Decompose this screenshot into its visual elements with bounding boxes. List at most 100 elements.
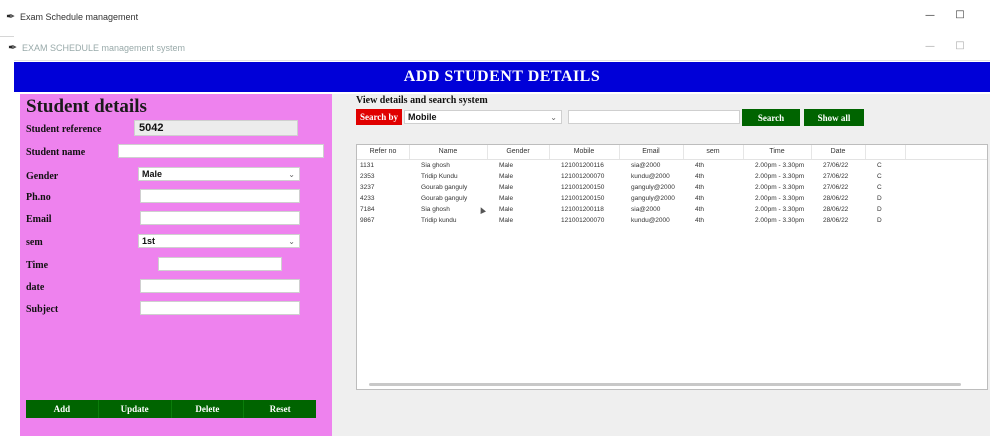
- inner-minimize-icon[interactable]: —: [922, 41, 938, 52]
- table-cell: 121001200150: [561, 184, 605, 191]
- column-header[interactable]: sem: [683, 145, 744, 159]
- inner-maximize-icon[interactable]: □: [952, 40, 968, 51]
- sem-select[interactable]: 1st ⌄: [138, 234, 300, 248]
- scrollbar-thumb[interactable]: [369, 383, 961, 386]
- table-cell: 4th: [695, 217, 705, 224]
- date-field[interactable]: [140, 279, 300, 293]
- table-cell: 27/06/22: [823, 173, 849, 180]
- table-cell: 1131: [360, 162, 374, 169]
- student-table[interactable]: Refer no Name Gender Mobile Email sem Time Date…: [356, 144, 988, 390]
- form-button-bar: Add Update Delete Reset: [26, 400, 316, 418]
- table-row[interactable]: 2353 Tridip Kundu Male 121001200070 kundu@20…: [357, 172, 987, 182]
- table-cell: D: [877, 206, 882, 213]
- gender-select[interactable]: Male ⌄: [138, 167, 300, 181]
- search-input[interactable]: [568, 110, 740, 124]
- column-header[interactable]: Mobile: [549, 145, 620, 159]
- table-row[interactable]: 7184 Sia ghosh Male 121001200118 sia@2000 4th…: [357, 205, 987, 215]
- table-cell: 4th: [695, 173, 705, 180]
- time-field[interactable]: [158, 257, 282, 271]
- add-button[interactable]: Add: [26, 400, 99, 418]
- table-row[interactable]: 4233 Gourab ganguly Male 121001200150 gangul…: [357, 194, 987, 204]
- email-field[interactable]: [140, 211, 300, 225]
- table-cell: 2353: [360, 173, 375, 180]
- table-cell: Male: [499, 162, 514, 169]
- student-form-panel: Student details Student reference 5042 S…: [20, 94, 332, 436]
- minimize-icon[interactable]: —: [922, 10, 938, 21]
- table-cell: C: [877, 173, 882, 180]
- search-by-value: Mobile: [408, 112, 437, 122]
- table-cell: 2.00pm - 3.30pm: [755, 184, 805, 191]
- table-cell: 27/06/22: [823, 184, 849, 191]
- table-header: Refer no Name Gender Mobile Email sem Time Date: [357, 145, 987, 160]
- chevron-down-icon: ⌄: [550, 113, 557, 122]
- table-cell: Gourab ganguly: [421, 184, 468, 191]
- inner-window-title: EXAM SCHEDULE management system: [22, 43, 186, 53]
- table-cell: Gourab ganguly: [421, 195, 468, 202]
- table-cell: ganguly@2000: [631, 195, 675, 202]
- reference-field[interactable]: 5042: [134, 120, 298, 136]
- table-cell: 28/06/22: [823, 217, 849, 224]
- table-cell: Male: [499, 184, 514, 191]
- name-field[interactable]: [118, 144, 324, 158]
- form-title: Student details: [26, 96, 147, 117]
- email-label: Email: [26, 214, 52, 225]
- sem-label: sem: [26, 237, 43, 248]
- delete-button[interactable]: Delete: [172, 400, 245, 418]
- table-row[interactable]: 3237 Gourab ganguly Male 121001200150 gangul…: [357, 183, 987, 193]
- table-cell: 121001200070: [561, 173, 605, 180]
- page-banner: ADD STUDENT DETAILS: [14, 62, 990, 92]
- window-titlebar: ✒ Exam Schedule management — □: [0, 0, 990, 37]
- table-cell: Male: [499, 173, 514, 180]
- table-cell: 2.00pm - 3.30pm: [755, 195, 805, 202]
- table-cell: 28/06/22: [823, 206, 849, 213]
- sem-value: 1st: [142, 236, 156, 246]
- phone-field[interactable]: [140, 189, 300, 203]
- table-cell: C: [877, 184, 882, 191]
- column-header[interactable]: Email: [619, 145, 684, 159]
- table-cell: kundu@2000: [631, 173, 670, 180]
- maximize-icon[interactable]: □: [952, 9, 968, 20]
- table-cell: 121001200070: [561, 217, 605, 224]
- table-row[interactable]: 1131 Sia ghosh Male 121001200116 sia@2000 4th…: [357, 161, 987, 171]
- table-cell: 9867: [360, 217, 375, 224]
- table-cell: Male: [499, 206, 514, 213]
- table-cell: D: [877, 217, 882, 224]
- table-row[interactable]: 9867 Tridip kundu Male 121001200070 kundu@20…: [357, 216, 987, 226]
- table-cell: 2.00pm - 3.30pm: [755, 173, 805, 180]
- name-label: Student name: [26, 147, 86, 158]
- chevron-down-icon: ⌄: [288, 237, 295, 246]
- table-cell: D: [877, 195, 882, 202]
- subject-field[interactable]: [140, 301, 300, 315]
- column-header[interactable]: Refer no: [357, 145, 410, 159]
- search-by-select[interactable]: Mobile ⌄: [404, 110, 562, 124]
- search-button[interactable]: Search: [742, 109, 800, 126]
- search-by-label: Search by: [356, 109, 402, 125]
- search-panel: View details and search system Search by…: [332, 94, 990, 436]
- table-cell: Male: [499, 217, 514, 224]
- column-header[interactable]: Name: [409, 145, 488, 159]
- table-cell: 2.00pm - 3.30pm: [755, 162, 805, 169]
- table-cell: 3237: [360, 184, 375, 191]
- table-cell: 121001200118: [561, 206, 604, 213]
- table-cell: 121001200116: [561, 162, 604, 169]
- phone-label: Ph.no: [26, 192, 51, 203]
- update-button[interactable]: Update: [99, 400, 172, 418]
- column-header[interactable]: Gender: [487, 145, 550, 159]
- reset-button[interactable]: Reset: [244, 400, 316, 418]
- show-all-button[interactable]: Show all: [804, 109, 864, 126]
- table-cell: sia@2000: [631, 162, 661, 169]
- column-header[interactable]: Time: [743, 145, 812, 159]
- window-title: Exam Schedule management: [20, 12, 139, 22]
- table-cell: 27/06/22: [823, 162, 849, 169]
- search-panel-title: View details and search system: [356, 95, 488, 106]
- table-cell: 4th: [695, 195, 705, 202]
- table-cell: ganguly@2000: [631, 184, 675, 191]
- table-cell: 4th: [695, 184, 705, 191]
- table-cell: Tridip kundu: [421, 217, 457, 224]
- table-cell: 2.00pm - 3.30pm: [755, 206, 805, 213]
- column-header[interactable]: Date: [811, 145, 866, 159]
- column-header[interactable]: [865, 145, 906, 159]
- horizontal-scrollbar[interactable]: [363, 381, 981, 388]
- subject-label: Subject: [26, 304, 59, 315]
- table-cell: 2.00pm - 3.30pm: [755, 217, 805, 224]
